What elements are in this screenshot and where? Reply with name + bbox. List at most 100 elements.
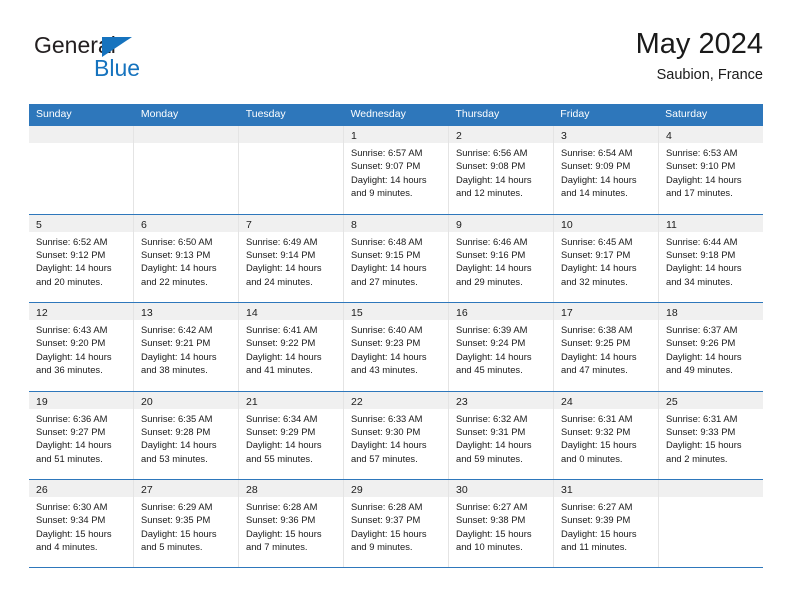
day-info-line: and 41 minutes. [246,364,313,376]
calendar-day-cell-5[interactable]: 5 Sunrise: 6:52 AM Sunset: 9:12 PM Daylight… [29,214,134,302]
day-number: 4 [666,130,672,142]
day-info-line: Sunrise: 6:37 AM [666,324,738,335]
calendar-day-cell-7[interactable]: 7 Sunrise: 6:49 AM Sunset: 9:14 PM Daylight… [239,214,344,302]
day-sun-info: Sunrise: 6:45 AM Sunset: 9:17 PM Daylight:… [554,232,658,289]
calendar-day-cell-16[interactable]: 16 Sunrise: 6:39 AM Sunset: 9:24 PM Dayligh… [449,303,554,391]
day-info-line: and 32 minutes. [561,275,628,287]
calendar-day-cell-13[interactable]: 13 Sunrise: 6:42 AM Sunset: 9:21 PM Dayligh… [134,303,239,391]
calendar-day-cell-22[interactable]: 22 Sunrise: 6:33 AM Sunset: 9:30 PM Dayligh… [344,391,449,479]
calendar-day-cell-21[interactable]: 21 Sunrise: 6:34 AM Sunset: 9:29 PM Dayligh… [239,391,344,479]
day-info-line: Daylight: 14 hours [351,439,427,451]
day-info-line: Sunset: 9:12 PM [36,248,106,260]
day-sun-info: Sunrise: 6:34 AM Sunset: 9:29 PM Daylight:… [239,409,343,466]
day-info-line: Sunrise: 6:27 AM [456,501,528,512]
day-number-strip [239,126,343,143]
day-number: 9 [456,218,462,231]
day-info-line: and 47 minutes. [561,364,628,376]
day-number-strip: 9 [449,214,553,232]
day-info-line: Daylight: 14 hours [351,350,427,362]
calendar-day-cell-30[interactable]: 30 Sunrise: 6:27 AM Sunset: 9:38 PM Dayligh… [449,480,554,567]
calendar-day-cell-27[interactable]: 27 Sunrise: 6:29 AM Sunset: 9:35 PM Dayligh… [134,480,239,567]
calendar-day-cell-9[interactable]: 9 Sunrise: 6:46 AM Sunset: 9:16 PM Daylight… [449,214,554,302]
day-info-line: Sunset: 9:10 PM [666,160,736,172]
calendar-day-cell-26[interactable]: 26 Sunrise: 6:30 AM Sunset: 9:34 PM Dayligh… [29,480,134,567]
day-number-strip: 25 [659,391,763,409]
generalblue-logo[interactable]: General Blue [34,32,254,92]
day-number-strip [29,126,133,143]
day-sun-info: Sunrise: 6:35 AM Sunset: 9:28 PM Daylight:… [134,409,238,466]
day-number-strip: 22 [344,391,448,409]
calendar-day-cell-15[interactable]: 15 Sunrise: 6:40 AM Sunset: 9:23 PM Dayligh… [344,303,449,391]
day-sun-info: Sunrise: 6:49 AM Sunset: 9:14 PM Daylight:… [239,232,343,289]
day-number: 8 [351,218,357,231]
day-of-week-header-monday: Monday [140,108,179,120]
calendar-day-cell-6[interactable]: 6 Sunrise: 6:50 AM Sunset: 9:13 PM Daylight… [134,214,239,302]
calendar-day-cell-25[interactable]: 25 Sunrise: 6:31 AM Sunset: 9:33 PM Dayligh… [659,391,763,479]
day-info-line: and 29 minutes. [456,275,523,287]
calendar-day-cell-18[interactable]: 18 Sunrise: 6:37 AM Sunset: 9:26 PM Dayligh… [659,303,763,391]
calendar-day-cell-28[interactable]: 28 Sunrise: 6:28 AM Sunset: 9:36 PM Dayligh… [239,480,344,567]
day-info-line: and 22 minutes. [141,275,208,287]
day-number-strip: 2 [449,126,553,143]
day-sun-info: Sunrise: 6:50 AM Sunset: 9:13 PM Daylight:… [134,232,238,289]
day-info-line: Sunrise: 6:54 AM [561,147,633,158]
calendar-week-row: 12 Sunrise: 6:43 AM Sunset: 9:20 PM Dayligh… [29,302,763,391]
day-info-line: Sunrise: 6:42 AM [141,324,213,335]
day-info-line: and 34 minutes. [666,275,733,287]
day-info-line: and 53 minutes. [141,452,208,464]
day-number: 20 [141,395,153,408]
day-info-line: Sunrise: 6:45 AM [561,235,633,247]
calendar-day-cell-1[interactable]: 1 Sunrise: 6:57 AM Sunset: 9:07 PM Daylight… [344,126,449,214]
calendar-week-row: 1 Sunrise: 6:57 AM Sunset: 9:07 PM Daylight… [29,125,763,214]
day-sun-info: Sunrise: 6:39 AM Sunset: 9:24 PM Daylight:… [449,320,553,377]
day-info-line: and 4 minutes. [36,541,98,553]
day-number-strip: 28 [239,480,343,497]
day-number-strip: 16 [449,303,553,320]
day-info-line: Daylight: 14 hours [666,173,742,185]
day-sun-info: Sunrise: 6:48 AM Sunset: 9:15 PM Daylight:… [344,232,448,289]
day-sun-info: Sunrise: 6:44 AM Sunset: 9:18 PM Daylight:… [659,232,763,289]
calendar-day-cell-11[interactable]: 11 Sunrise: 6:44 AM Sunset: 9:18 PM Dayligh… [659,214,763,302]
day-number: 17 [561,307,573,319]
calendar-day-cell-19[interactable]: 19 Sunrise: 6:36 AM Sunset: 9:27 PM Dayligh… [29,391,134,479]
calendar-week-row: 26 Sunrise: 6:30 AM Sunset: 9:34 PM Dayligh… [29,479,763,568]
day-info-line: Sunset: 9:24 PM [456,337,526,349]
day-sun-info: Sunrise: 6:31 AM Sunset: 9:32 PM Daylight:… [554,409,658,466]
calendar-day-cell-24[interactable]: 24 Sunrise: 6:31 AM Sunset: 9:32 PM Dayligh… [554,391,659,479]
day-info-line: Sunrise: 6:29 AM [141,501,213,512]
calendar-day-cell-23[interactable]: 23 Sunrise: 6:32 AM Sunset: 9:31 PM Dayligh… [449,391,554,479]
day-info-line: Sunrise: 6:40 AM [351,324,423,335]
day-info-line: Sunrise: 6:41 AM [246,324,318,335]
day-info-line: Sunrise: 6:28 AM [351,501,423,512]
calendar-day-cell-empty [659,480,763,567]
calendar-day-cell-10[interactable]: 10 Sunrise: 6:45 AM Sunset: 9:17 PM Dayligh… [554,214,659,302]
calendar-day-cell-4[interactable]: 4 Sunrise: 6:53 AM Sunset: 9:10 PM Daylight… [659,126,763,214]
day-info-line: Daylight: 14 hours [246,350,322,362]
calendar-grid: Sunday Monday Tuesday Wednesday Thursday Frid… [29,104,763,568]
day-sun-info: Sunrise: 6:52 AM Sunset: 9:12 PM Daylight:… [29,232,133,289]
day-info-line: and 10 minutes. [456,541,523,553]
day-info-line: Sunrise: 6:31 AM [666,412,738,424]
day-info-line: and 5 minutes. [141,541,203,553]
day-number: 13 [141,307,153,319]
day-sun-info: Sunrise: 6:28 AM Sunset: 9:36 PM Daylight:… [239,497,343,554]
day-info-line: Daylight: 14 hours [561,262,637,274]
calendar-day-cell-12[interactable]: 12 Sunrise: 6:43 AM Sunset: 9:20 PM Dayligh… [29,303,134,391]
day-info-line: Sunset: 9:30 PM [351,425,421,437]
calendar-day-cell-2[interactable]: 2 Sunrise: 6:56 AM Sunset: 9:08 PM Daylight… [449,126,554,214]
day-info-line: Sunset: 9:14 PM [246,248,316,260]
calendar-day-cell-3[interactable]: 3 Sunrise: 6:54 AM Sunset: 9:09 PM Daylight… [554,126,659,214]
logo-text-blue: Blue [94,55,141,81]
day-number-strip: 8 [344,214,448,232]
calendar-day-cell-8[interactable]: 8 Sunrise: 6:48 AM Sunset: 9:15 PM Daylight… [344,214,449,302]
day-of-week-header-thursday: Thursday [455,108,500,120]
day-info-line: Sunset: 9:35 PM [141,514,211,526]
calendar-day-cell-20[interactable]: 20 Sunrise: 6:35 AM Sunset: 9:28 PM Dayligh… [134,391,239,479]
calendar-day-cell-17[interactable]: 17 Sunrise: 6:38 AM Sunset: 9:25 PM Dayligh… [554,303,659,391]
calendar-day-cell-14[interactable]: 14 Sunrise: 6:41 AM Sunset: 9:22 PM Dayligh… [239,303,344,391]
calendar-day-cell-29[interactable]: 29 Sunrise: 6:28 AM Sunset: 9:37 PM Dayligh… [344,480,449,567]
day-info-line: Sunrise: 6:33 AM [351,412,423,424]
day-number-strip: 19 [29,391,133,409]
calendar-day-cell-31[interactable]: 31 Sunrise: 6:27 AM Sunset: 9:39 PM Dayligh… [554,480,659,567]
day-info-line: Daylight: 14 hours [456,173,532,185]
